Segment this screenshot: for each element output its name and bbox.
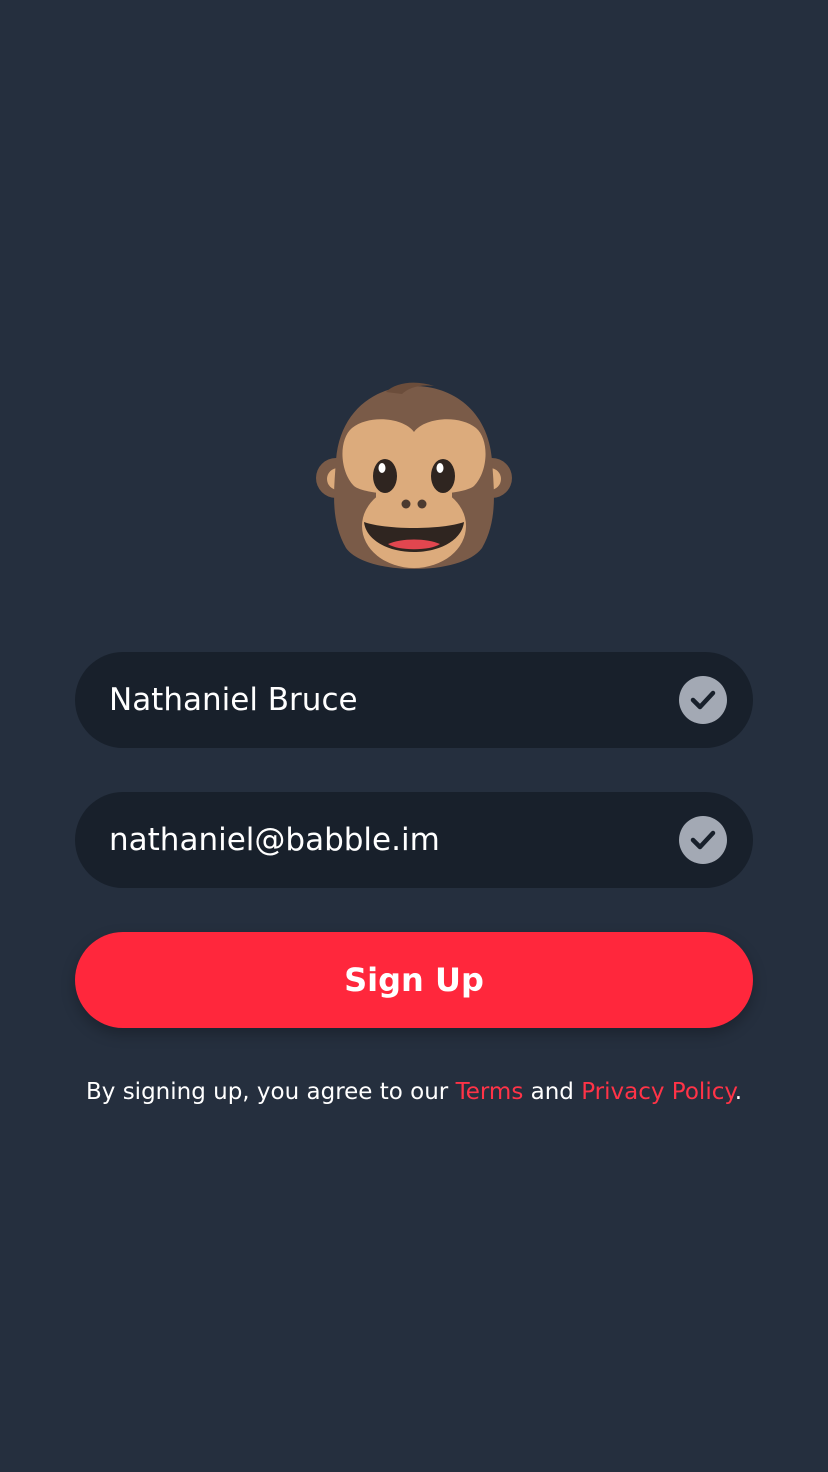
checkmark-icon: [679, 816, 727, 864]
name-input[interactable]: [75, 652, 679, 748]
monkey-face-icon: [316, 382, 512, 569]
terms-prefix: By signing up, you agree to our: [86, 1079, 456, 1105]
privacy-policy-link[interactable]: Privacy Policy: [581, 1079, 734, 1105]
sign-up-button[interactable]: Sign Up: [75, 932, 753, 1028]
terms-notice: By signing up, you agree to our Terms an…: [0, 1072, 828, 1112]
terms-link[interactable]: Terms: [456, 1079, 524, 1105]
email-input[interactable]: [75, 792, 679, 888]
email-field[interactable]: [75, 792, 753, 888]
signup-screen: Sign Up By signing up, you agree to our …: [0, 0, 828, 1472]
terms-joiner: and: [523, 1079, 582, 1105]
checkmark-icon: [679, 676, 727, 724]
name-field[interactable]: [75, 652, 753, 748]
terms-suffix: .: [734, 1079, 742, 1105]
